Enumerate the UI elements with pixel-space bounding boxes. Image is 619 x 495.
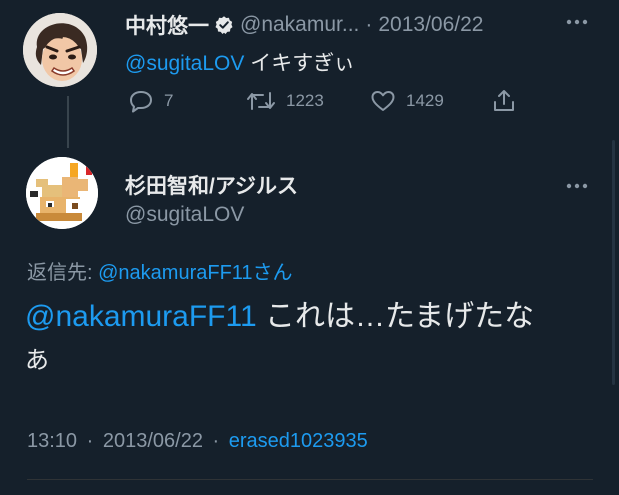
reply-context: 返信先: @nakamuraFF11さん <box>27 256 293 285</box>
verified-badge-icon <box>214 15 234 35</box>
parent-tweet-text: @sugitaLOV イキすぎぃ <box>125 47 355 77</box>
parent-mention-link[interactable]: @sugitaLOV <box>125 52 244 75</box>
parent-date[interactable]: 2013/06/22 <box>378 13 483 37</box>
meta-separator-2: · <box>212 430 220 452</box>
main-avatar[interactable] <box>26 157 98 229</box>
bottom-divider <box>27 479 593 480</box>
reply-prefix: 返信先: <box>27 262 99 284</box>
reply-action[interactable]: 7 <box>128 89 173 113</box>
main-handle[interactable]: @sugitaLOV <box>125 203 244 227</box>
main-display-name[interactable]: 杉田智和/アジルス <box>125 170 298 200</box>
retweet-action[interactable]: 1223 <box>246 89 324 113</box>
reply-count: 7 <box>164 91 174 110</box>
reply-icon[interactable] <box>128 89 154 113</box>
tweet-meta: 13:10 · 2013/06/22 · erased1023935 <box>27 430 368 453</box>
share-icon[interactable] <box>491 88 517 114</box>
main-mention-link[interactable]: @nakamuraFF11 <box>25 300 257 333</box>
parent-date-separator: · <box>365 13 373 36</box>
main-tweet-line2: あ <box>25 347 49 374</box>
tweet-source[interactable]: erased1023935 <box>229 430 368 452</box>
main-tweet-text: @nakamuraFF11 これは…たまげたな あ <box>25 295 534 383</box>
parent-tweet-body: イキすぎぃ <box>244 52 355 75</box>
parent-more-icon[interactable] <box>566 18 588 26</box>
main-more-icon[interactable] <box>566 182 588 190</box>
main-avatar-pixel-art <box>26 157 98 229</box>
parent-avatar-illustration <box>23 13 97 87</box>
tweet-date[interactable]: 2013/06/22 <box>103 430 203 452</box>
retweet-icon[interactable] <box>246 89 276 113</box>
reply-to-link[interactable]: @nakamuraFF11さん <box>98 262 292 284</box>
parent-header: 中村悠一 @nakamur... · 2013/06/22 <box>125 10 483 40</box>
meta-separator-1: · <box>86 430 94 452</box>
tweet-time[interactable]: 13:10 <box>27 430 77 452</box>
thread-connector-line <box>67 96 69 148</box>
main-tweet-body-1: これは…たまげたな <box>256 300 535 333</box>
parent-handle[interactable]: @nakamur... <box>240 13 359 37</box>
retweet-count: 1223 <box>286 91 324 110</box>
like-count: 1429 <box>406 91 444 110</box>
main-tweet-line1: @nakamuraFF11 これは…たまげたな <box>25 295 534 339</box>
heart-icon[interactable] <box>370 89 396 113</box>
scrollbar[interactable] <box>612 140 615 385</box>
parent-avatar[interactable] <box>23 13 97 87</box>
like-action[interactable]: 1429 <box>370 89 444 113</box>
parent-display-name[interactable]: 中村悠一 <box>125 10 209 40</box>
